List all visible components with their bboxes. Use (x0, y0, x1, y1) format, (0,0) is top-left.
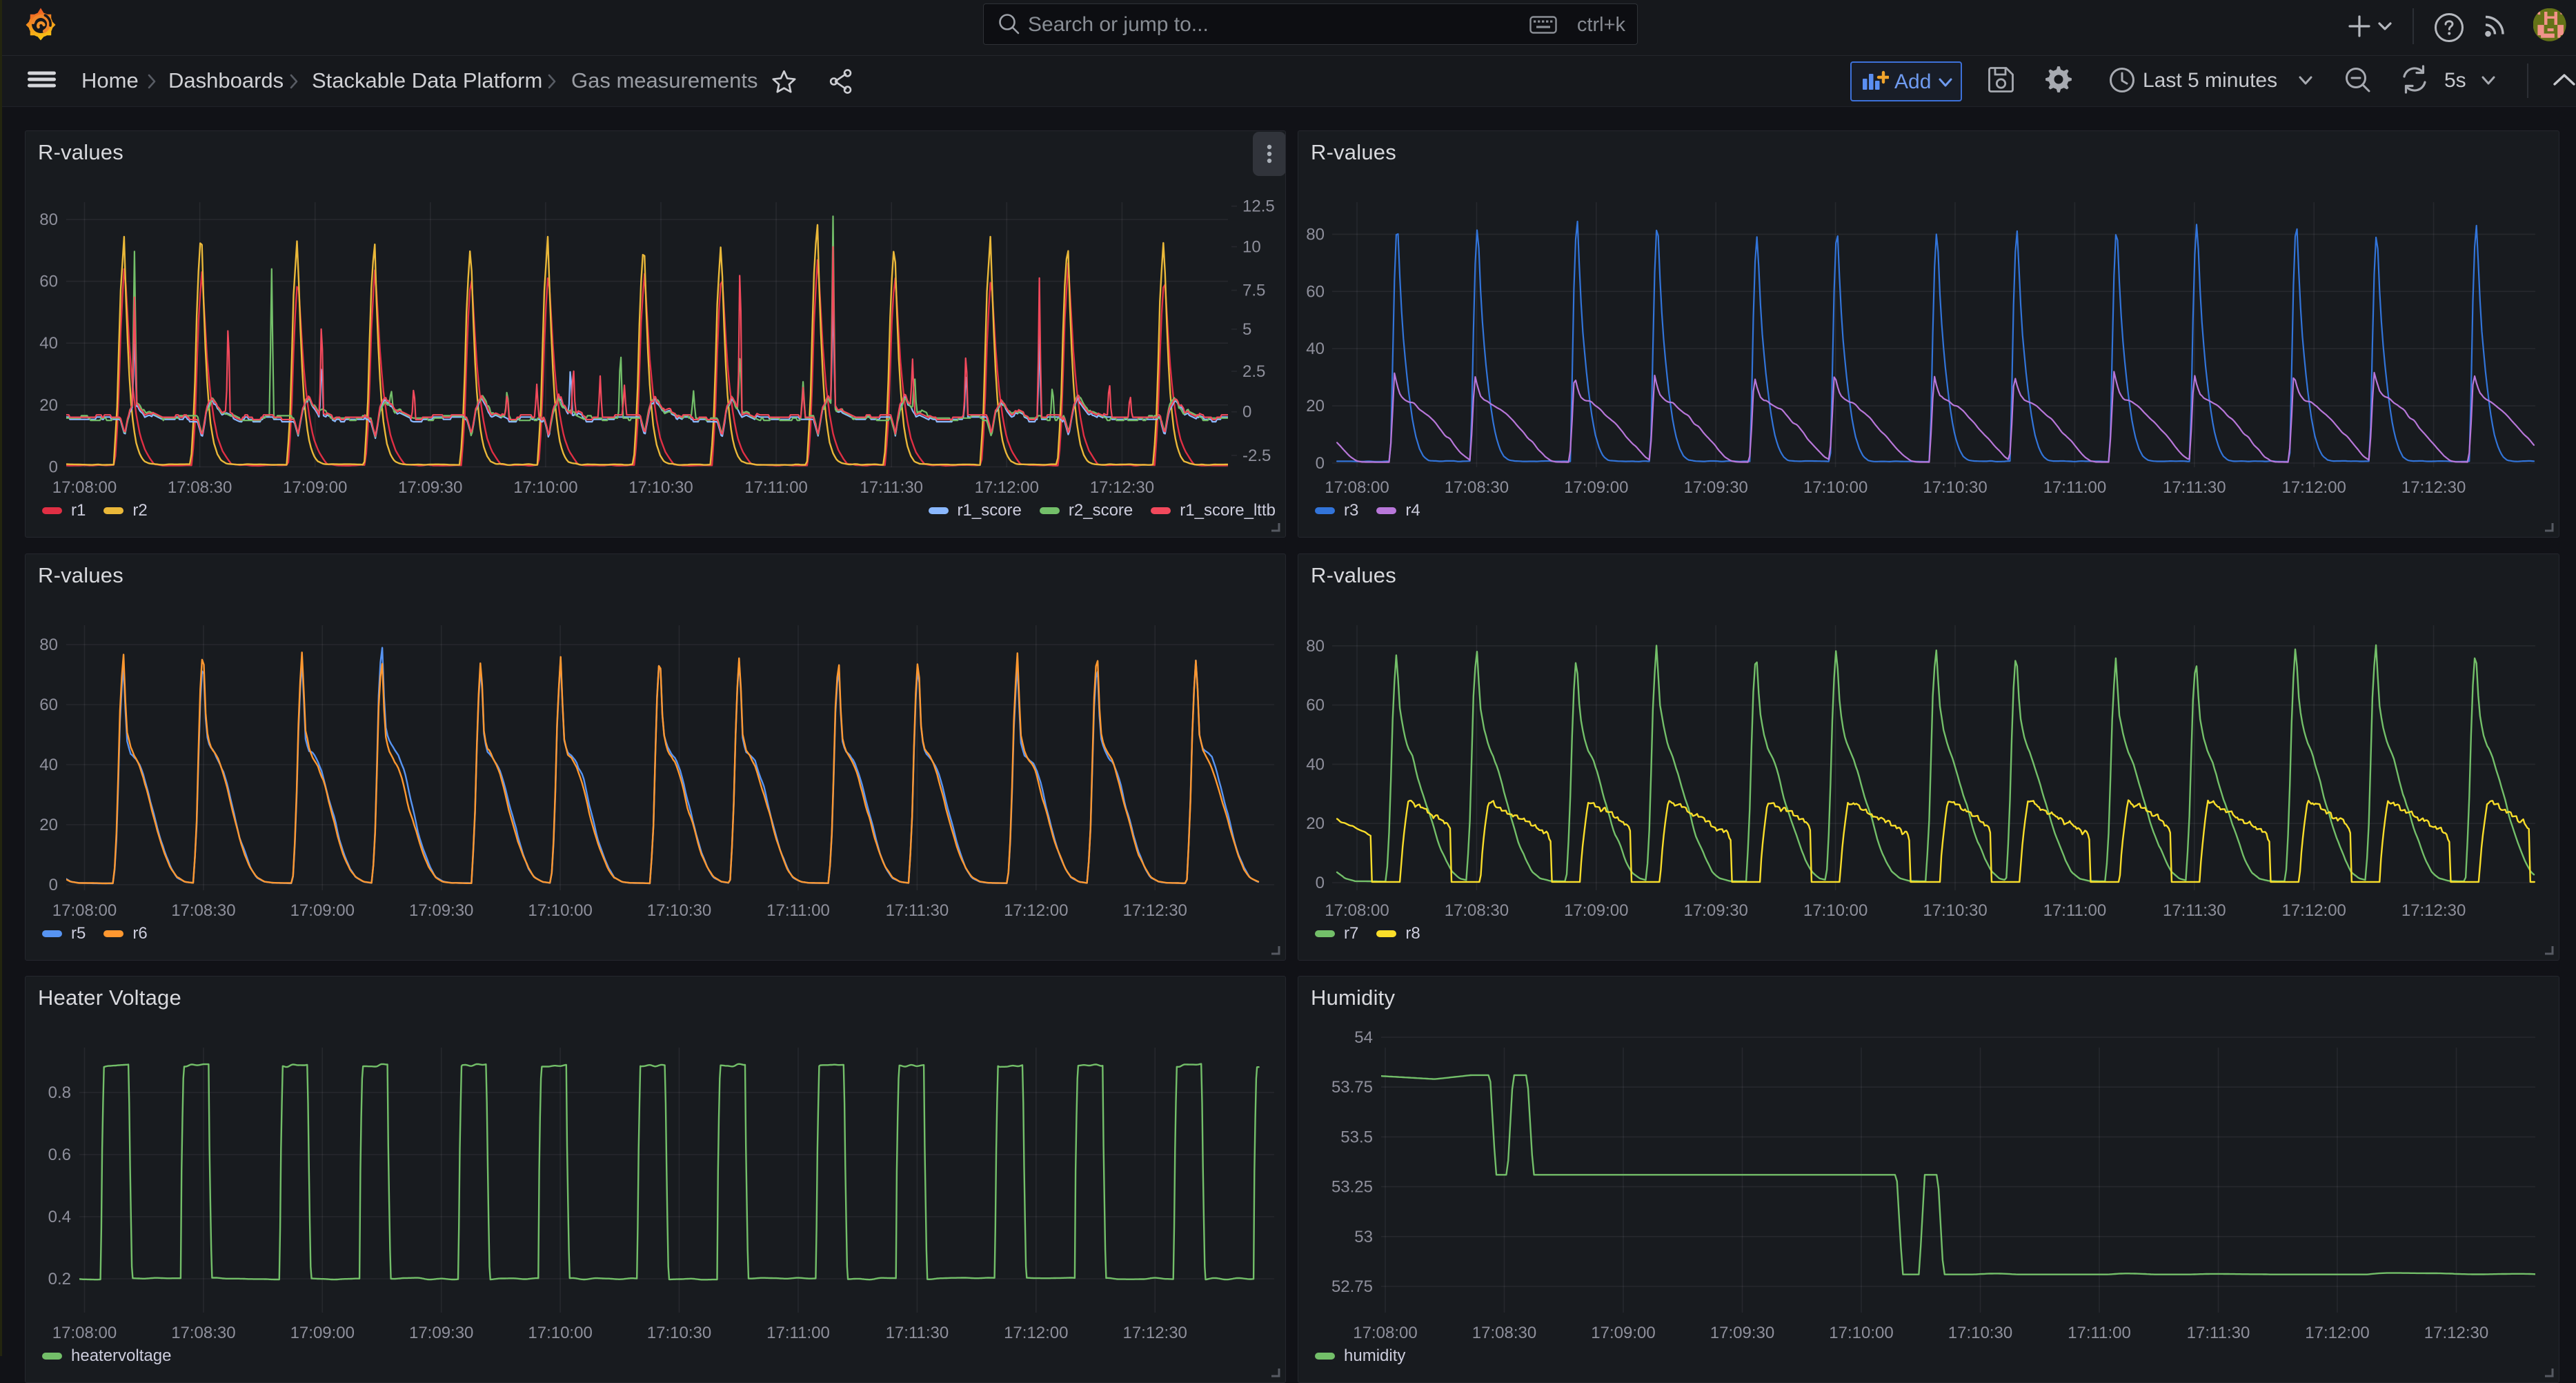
svg-text:17:11:30: 17:11:30 (2163, 901, 2226, 920)
svg-text:17:12:30: 17:12:30 (1122, 901, 1187, 920)
svg-text:0: 0 (1316, 874, 1325, 892)
svg-text:60: 60 (39, 696, 58, 714)
svg-text:17:09:30: 17:09:30 (1683, 478, 1747, 497)
svg-text:17:12:00: 17:12:00 (1004, 901, 1068, 920)
svg-text:17:08:00: 17:08:00 (52, 901, 117, 920)
svg-text:17:08:30: 17:08:30 (168, 478, 232, 497)
svg-text:0: 0 (1316, 454, 1325, 473)
svg-text:17:08:00: 17:08:00 (1325, 901, 1389, 920)
svg-text:80: 80 (39, 636, 58, 654)
svg-text:17:10:00: 17:10:00 (1803, 478, 1867, 497)
svg-text:17:08:00: 17:08:00 (52, 478, 117, 497)
svg-text:17:12:00: 17:12:00 (975, 478, 1039, 497)
svg-text:17:08:30: 17:08:30 (171, 1324, 235, 1342)
svg-text:17:09:00: 17:09:00 (283, 478, 347, 497)
svg-text:17:09:00: 17:09:00 (1591, 1324, 1655, 1342)
svg-text:17:11:00: 17:11:00 (2043, 478, 2107, 497)
svg-text:0: 0 (49, 876, 58, 894)
svg-text:17:09:00: 17:09:00 (1564, 901, 1628, 920)
svg-text:17:09:30: 17:09:30 (398, 478, 462, 497)
svg-text:17:10:00: 17:10:00 (528, 901, 592, 920)
svg-text:17:09:30: 17:09:30 (1710, 1324, 1774, 1342)
svg-text:17:09:00: 17:09:00 (1564, 478, 1628, 497)
svg-text:17:10:30: 17:10:30 (1948, 1324, 2012, 1342)
svg-text:80: 80 (39, 210, 58, 229)
svg-text:17:12:30: 17:12:30 (2401, 901, 2466, 920)
svg-text:17:08:00: 17:08:00 (52, 1324, 117, 1342)
svg-text:17:11:00: 17:11:00 (766, 901, 830, 920)
svg-text:53.5: 53.5 (1340, 1128, 1373, 1146)
svg-text:17:11:00: 17:11:00 (766, 1324, 830, 1342)
svg-text:17:11:00: 17:11:00 (2068, 1324, 2131, 1342)
svg-text:0.2: 0.2 (48, 1270, 71, 1288)
svg-text:17:10:00: 17:10:00 (513, 478, 577, 497)
svg-text:0: 0 (49, 458, 58, 477)
svg-text:80: 80 (1306, 225, 1325, 244)
svg-text:40: 40 (1306, 340, 1325, 358)
svg-text:17:08:30: 17:08:30 (1445, 478, 1509, 497)
svg-text:17:10:30: 17:10:30 (1923, 901, 1987, 920)
svg-text:17:11:30: 17:11:30 (2163, 478, 2226, 497)
svg-text:60: 60 (39, 273, 58, 291)
svg-text:2.5: 2.5 (1242, 362, 1265, 381)
svg-text:17:12:30: 17:12:30 (1122, 1324, 1187, 1342)
svg-text:17:12:30: 17:12:30 (1090, 478, 1154, 497)
svg-text:40: 40 (39, 756, 58, 774)
svg-text:5: 5 (1242, 320, 1251, 339)
svg-text:17:11:00: 17:11:00 (744, 478, 808, 497)
svg-text:0: 0 (1242, 403, 1251, 422)
svg-text:17:10:30: 17:10:30 (628, 478, 693, 497)
svg-text:40: 40 (39, 334, 58, 353)
svg-text:80: 80 (1306, 637, 1325, 656)
svg-text:53.75: 53.75 (1331, 1078, 1373, 1097)
svg-text:-2.5: -2.5 (1242, 447, 1271, 465)
svg-text:17:09:30: 17:09:30 (409, 1324, 473, 1342)
svg-text:17:12:30: 17:12:30 (2401, 478, 2466, 497)
svg-text:17:11:30: 17:11:30 (886, 901, 949, 920)
svg-text:20: 20 (1306, 814, 1325, 833)
svg-text:0.8: 0.8 (48, 1083, 71, 1102)
svg-text:53.25: 53.25 (1331, 1178, 1373, 1197)
svg-text:17:10:00: 17:10:00 (528, 1324, 592, 1342)
svg-text:0.4: 0.4 (48, 1208, 71, 1226)
svg-text:17:08:00: 17:08:00 (1353, 1324, 1417, 1342)
svg-text:17:11:30: 17:11:30 (2187, 1324, 2250, 1342)
svg-text:17:08:30: 17:08:30 (171, 901, 235, 920)
svg-text:0.6: 0.6 (48, 1146, 71, 1164)
svg-text:40: 40 (1306, 755, 1325, 774)
svg-text:17:12:00: 17:12:00 (2305, 1324, 2369, 1342)
svg-text:17:09:00: 17:09:00 (290, 901, 355, 920)
svg-text:17:09:30: 17:09:30 (1683, 901, 1747, 920)
svg-text:7.5: 7.5 (1242, 282, 1265, 300)
svg-text:17:08:30: 17:08:30 (1472, 1324, 1536, 1342)
svg-text:17:10:00: 17:10:00 (1803, 901, 1867, 920)
svg-text:17:08:00: 17:08:00 (1325, 478, 1389, 497)
svg-text:17:12:00: 17:12:00 (1004, 1324, 1068, 1342)
svg-text:17:11:00: 17:11:00 (2043, 901, 2107, 920)
svg-text:20: 20 (39, 816, 58, 834)
svg-text:17:10:00: 17:10:00 (1829, 1324, 1893, 1342)
svg-text:17:12:00: 17:12:00 (2281, 478, 2346, 497)
svg-text:17:09:30: 17:09:30 (409, 901, 473, 920)
svg-text:17:08:30: 17:08:30 (1445, 901, 1509, 920)
svg-text:20: 20 (39, 396, 58, 415)
svg-text:17:10:30: 17:10:30 (1923, 478, 1987, 497)
svg-text:54: 54 (1354, 1028, 1373, 1047)
svg-text:12.5: 12.5 (1242, 197, 1275, 216)
svg-text:17:12:00: 17:12:00 (2281, 901, 2346, 920)
svg-text:17:10:30: 17:10:30 (647, 901, 711, 920)
svg-text:10: 10 (1242, 238, 1261, 257)
svg-text:17:10:30: 17:10:30 (647, 1324, 711, 1342)
svg-text:20: 20 (1306, 397, 1325, 415)
svg-text:60: 60 (1306, 696, 1325, 715)
svg-text:17:09:00: 17:09:00 (290, 1324, 355, 1342)
svg-text:17:11:30: 17:11:30 (886, 1324, 949, 1342)
svg-text:53: 53 (1354, 1228, 1373, 1246)
svg-text:17:11:30: 17:11:30 (860, 478, 923, 497)
svg-text:60: 60 (1306, 282, 1325, 301)
svg-text:52.75: 52.75 (1331, 1277, 1373, 1296)
svg-text:17:12:30: 17:12:30 (2424, 1324, 2488, 1342)
